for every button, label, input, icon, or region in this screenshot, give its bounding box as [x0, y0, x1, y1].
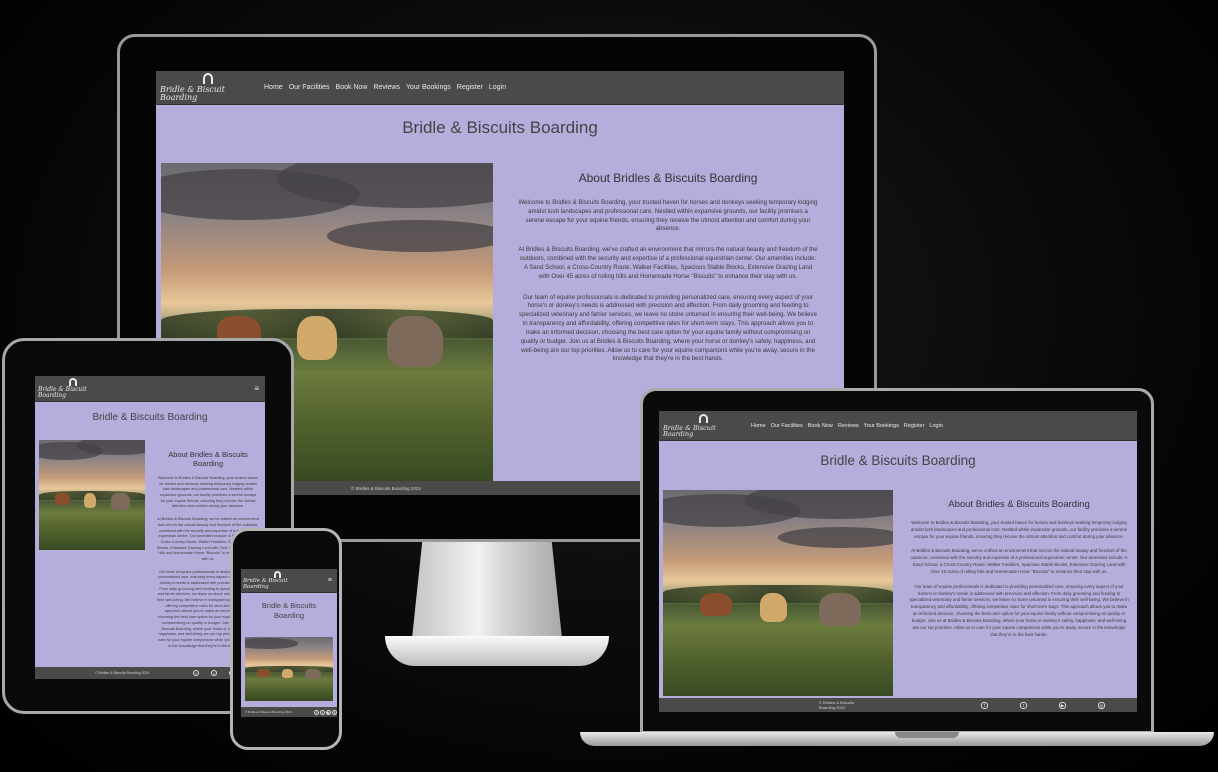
nav-link-bookings[interactable]: Your Bookings [864, 423, 899, 429]
about-heading: About Bridles & Biscuits Boarding [578, 171, 758, 185]
horseshoe-icon [69, 378, 77, 386]
laptop-mockup: Bridle & Biscuit Boarding Home Our Facil… [580, 388, 1214, 748]
footer: © Bridles & Biscuits Boarding 2024 f t ▶… [241, 707, 337, 717]
phone-site-screen: Bridle & Biscuit Boarding ≡ Bridle & Bis… [241, 569, 337, 717]
instagram-icon[interactable]: ◎ [1098, 701, 1105, 709]
nav-links: Home Our Facilities Book Now Reviews You… [264, 84, 512, 91]
navbar: Bridle & Biscuit Boarding ≡ [35, 376, 265, 402]
horses-hero-image [39, 440, 145, 550]
nav-link-reviews[interactable]: Reviews [838, 423, 859, 429]
nav-link-register[interactable]: Register [457, 84, 483, 91]
navbar: Bridle & Biscuit Boarding Home Our Facil… [659, 411, 1137, 441]
nav-link-reviews[interactable]: Reviews [373, 84, 399, 91]
footer-copyright: © Bridles & Biscuits Boarding 2024 [95, 671, 150, 675]
page-title: Bridle & Biscuits Boarding [261, 601, 317, 620]
about-paragraph-1: Welcome to Bridles & Biscuits Boarding, … [518, 199, 818, 233]
navbar: Bridle & Biscuit Boarding ≡ [241, 569, 337, 593]
footer: © Bridles & Biscuits Boarding 2024 f t ▶… [659, 698, 1137, 712]
about-paragraph-1: Welcome to Bridles & Biscuits Boarding, … [157, 476, 259, 509]
page-title: Bridle & Biscuits Boarding [92, 412, 208, 423]
nav-link-login[interactable]: Login [489, 84, 506, 91]
about-section: About Bridles & Biscuits Boarding Welcom… [518, 171, 818, 376]
about-heading: About Bridles & Biscuits Boarding [168, 450, 248, 468]
nav-link-login[interactable]: Login [929, 423, 942, 429]
footer-copyright: © Bridles & Biscuits Boarding 2024 [245, 710, 292, 714]
laptop-site-screen: Bridle & Biscuit Boarding Home Our Facil… [659, 411, 1137, 712]
horseshoe-icon [698, 413, 708, 423]
phone-mockup: Bridle & Biscuit Boarding ≡ Bridle & Bis… [230, 528, 342, 750]
nav-link-book-now[interactable]: Book Now [336, 84, 368, 91]
about-paragraph-3: Our team of equine professionals is dedi… [909, 583, 1129, 637]
about-paragraph-3: Our team of equine professionals is dedi… [519, 293, 817, 363]
nav-links: Home Our Facilities Book Now Reviews You… [751, 423, 948, 429]
about-paragraph-2: At Bridles & Biscuits Boarding, we've cr… [518, 246, 818, 280]
facebook-icon[interactable]: f [314, 709, 319, 715]
youtube-icon[interactable]: ▶ [1059, 701, 1066, 709]
horses-hero-image [245, 637, 333, 701]
twitter-icon[interactable]: t [211, 670, 217, 676]
footer-copyright: © Bridles & Biscuits Boarding 2024 [819, 700, 854, 710]
monitor-stand [411, 542, 563, 644]
horses-hero-image [663, 490, 893, 696]
hamburger-menu-icon[interactable]: ≡ [328, 577, 332, 584]
twitter-icon[interactable]: t [1020, 701, 1027, 709]
nav-link-facilities[interactable]: Our Facilities [289, 84, 330, 91]
nav-link-bookings[interactable]: Your Bookings [406, 84, 451, 91]
brand-logo[interactable]: Bridle & Biscuit Boarding [663, 413, 743, 438]
about-paragraph-1: Welcome to Bridles & Biscuits Boarding, … [910, 520, 1128, 539]
about-heading: About Bridles & Biscuits Boarding [948, 499, 1090, 510]
brand-logo[interactable]: Bridle & Biscuit Boarding [243, 571, 311, 590]
nav-link-home[interactable]: Home [751, 423, 766, 429]
monitor-base [385, 636, 609, 666]
nav-link-facilities[interactable]: Our Facilities [771, 423, 803, 429]
navbar: Bridle & Biscuit Boarding Home Our Facil… [156, 71, 844, 105]
about-section: About Bridles & Biscuits Boarding Welcom… [909, 499, 1129, 646]
horseshoe-icon [273, 571, 281, 578]
hamburger-menu-icon[interactable]: ≡ [254, 384, 259, 393]
nav-link-register[interactable]: Register [904, 423, 924, 429]
laptop-notch [895, 732, 959, 738]
facebook-icon[interactable]: f [981, 701, 988, 709]
phone-frame: Bridle & Biscuit Boarding ≡ Bridle & Bis… [230, 528, 342, 750]
youtube-icon[interactable]: ▶ [326, 709, 331, 715]
twitter-icon[interactable]: t [320, 709, 325, 715]
brand-logo[interactable]: Bridle & Biscuit Boarding [38, 378, 108, 399]
horseshoe-icon [203, 73, 213, 84]
about-paragraph-2: At Bridles & Biscuits Boarding, we've cr… [910, 548, 1128, 574]
footer-copyright: © Bridles & Biscuits Boarding 2024 [351, 485, 421, 491]
page-title: Bridle & Biscuits Boarding [402, 118, 598, 137]
nav-link-book-now[interactable]: Book Now [808, 423, 833, 429]
instagram-icon[interactable]: ◎ [332, 709, 337, 715]
facebook-icon[interactable]: f [193, 670, 199, 676]
page-title: Bridle & Biscuits Boarding [820, 453, 976, 468]
laptop-lid: Bridle & Biscuit Boarding Home Our Facil… [640, 388, 1154, 734]
nav-link-home[interactable]: Home [264, 84, 283, 91]
brand-logo[interactable]: Bridle & Biscuit Boarding [160, 73, 256, 102]
